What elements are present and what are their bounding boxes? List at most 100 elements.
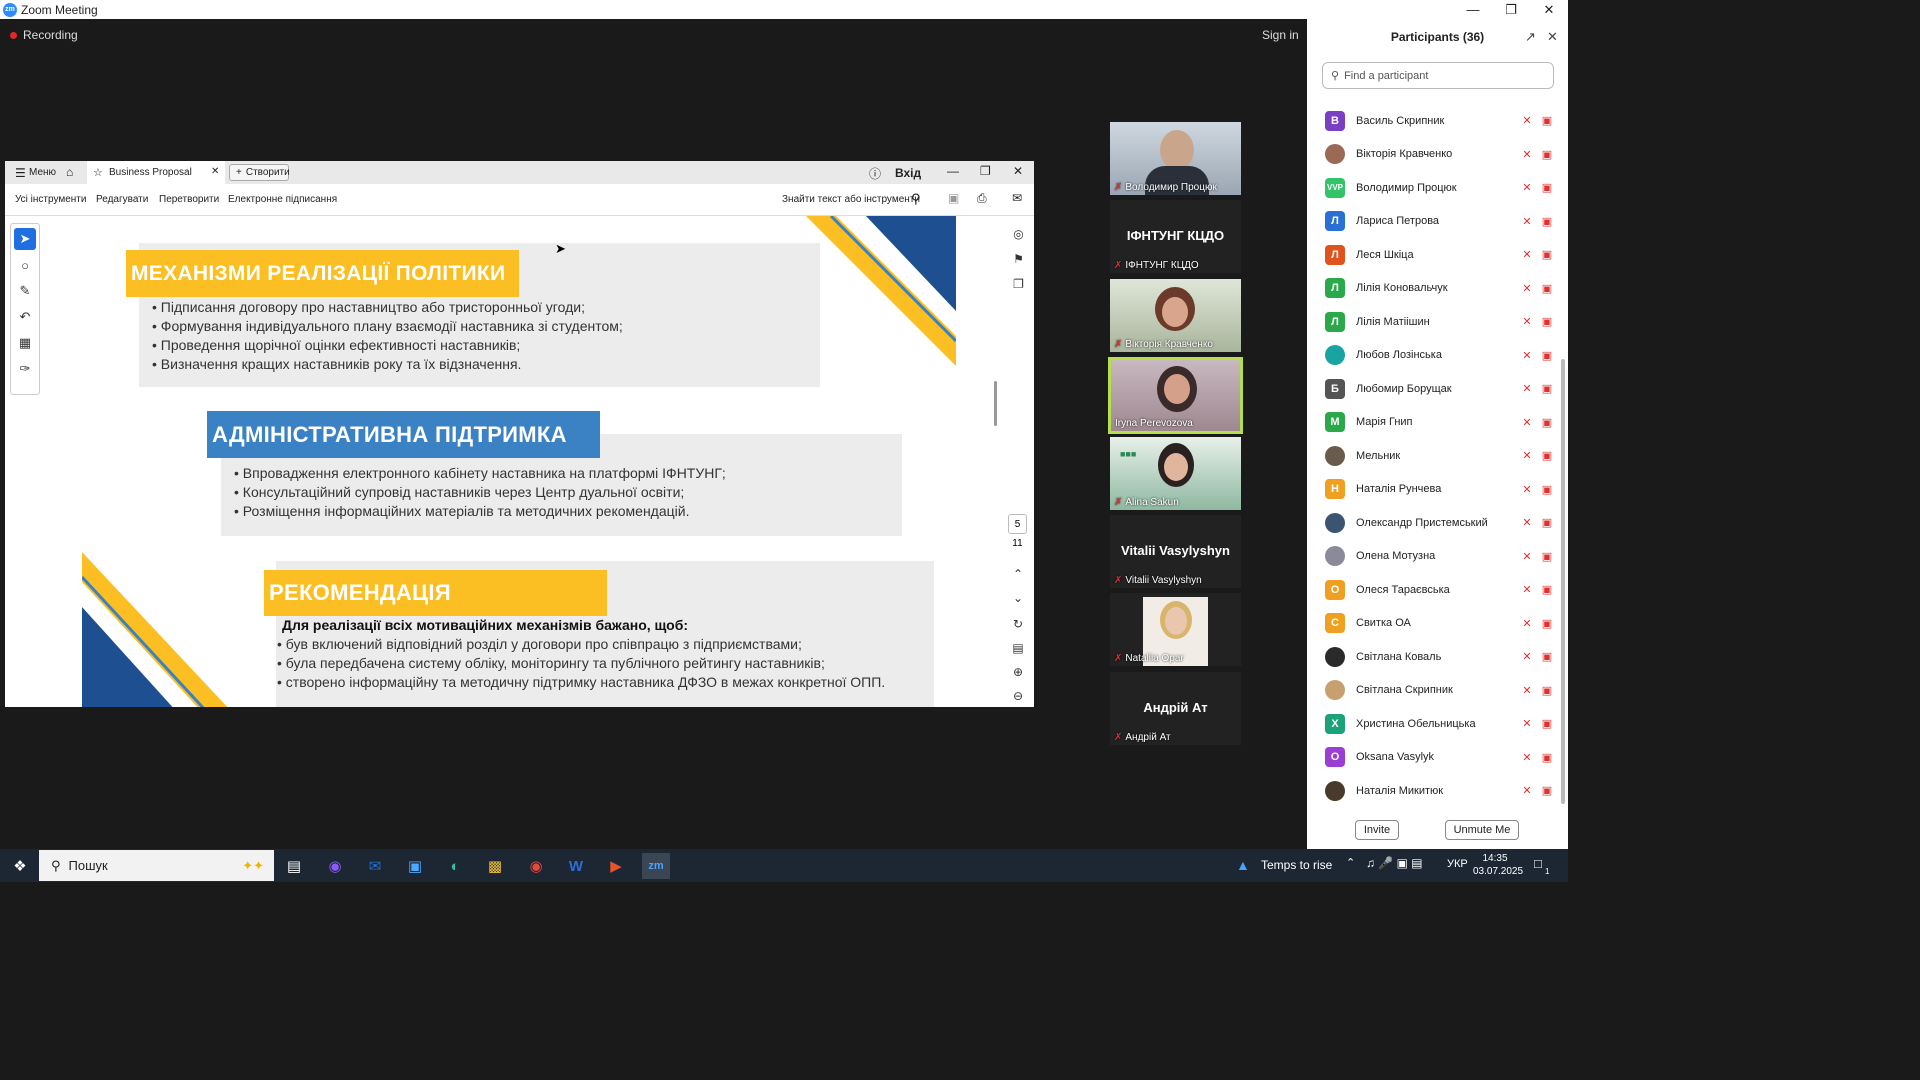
- video-tile[interactable]: ■■■ ✗ Alina Sakun: [1110, 437, 1241, 510]
- minimize-icon[interactable]: —: [1454, 0, 1492, 19]
- zoom-out-icon[interactable]: ⊖: [1007, 685, 1029, 707]
- unmute-me-button[interactable]: Unmute Me: [1445, 820, 1519, 840]
- list-item: • Розміщення інформаційних матеріалів та…: [234, 503, 690, 519]
- create-button[interactable]: + Створити: [229, 164, 290, 181]
- word-icon[interactable]: W: [562, 853, 590, 879]
- zoom-app-icon[interactable]: zm: [642, 853, 670, 879]
- lasso-icon[interactable]: ↶: [14, 306, 36, 328]
- participant-search-input[interactable]: ⚲ Find a participant: [1322, 62, 1554, 89]
- participant-row[interactable]: О Олеся Тараєвська ✕ ▣: [1325, 573, 1557, 606]
- minimize-icon[interactable]: —: [947, 164, 959, 178]
- participant-row[interactable]: Н Наталія Рунчева ✕ ▣: [1325, 473, 1557, 506]
- sign-icon[interactable]: ✑: [14, 358, 36, 380]
- restore-icon[interactable]: ❐: [980, 164, 991, 178]
- zoom-in-icon[interactable]: ⊕: [1007, 661, 1029, 683]
- tray-icons[interactable]: ♫ 🎤 ▣ ▤: [1366, 856, 1423, 870]
- windows-start-icon[interactable]: ❖: [6, 853, 34, 879]
- esign-tab[interactable]: Електронне підписання: [228, 194, 337, 205]
- popout-icon[interactable]: ↗: [1525, 29, 1536, 45]
- menu-button[interactable]: Меню: [29, 167, 56, 178]
- participant-scrollbar[interactable]: [1561, 359, 1565, 804]
- close-icon[interactable]: ✕: [1530, 0, 1568, 19]
- doc-scrollbar-thumb[interactable]: [994, 381, 997, 426]
- restore-icon[interactable]: ❐: [1492, 0, 1530, 19]
- tab-close-icon[interactable]: ✕: [211, 166, 219, 177]
- sign-in-link[interactable]: Sign in: [1262, 28, 1299, 42]
- participant-row[interactable]: Світлана Скрипник ✕ ▣: [1325, 674, 1557, 707]
- list-item: • Формування індивідуального плану взаєм…: [152, 318, 623, 334]
- language-indicator[interactable]: УКР: [1447, 858, 1468, 870]
- convert-tab[interactable]: Перетворити: [159, 194, 219, 205]
- video-tile[interactable]: Vitalii Vasylyshyn ✗ Vitalii Vasylyshyn: [1110, 515, 1241, 588]
- copilot-icon[interactable]: ◉: [321, 853, 349, 879]
- comment-icon[interactable]: ○: [14, 254, 36, 276]
- clock[interactable]: 14:35 03.07.2025: [1473, 852, 1523, 878]
- page-up-icon[interactable]: ⌃: [1007, 563, 1029, 585]
- video-tile-active-speaker[interactable]: Iryna Perevozova: [1108, 357, 1243, 434]
- star-icon[interactable]: ☆: [93, 166, 103, 179]
- video-tile[interactable]: ✗ Вікторія Кравченко: [1110, 279, 1241, 352]
- participant-row[interactable]: Любов Лозінська ✕ ▣: [1325, 339, 1557, 372]
- print-icon[interactable]: ⎙: [977, 191, 987, 206]
- participant-row[interactable]: О Oksana Vasylyk ✕ ▣: [1325, 741, 1557, 774]
- pages-icon[interactable]: ❐: [1008, 273, 1030, 295]
- participant-row[interactable]: Л Леся Шкіца ✕ ▣: [1325, 238, 1557, 271]
- notification-icon[interactable]: □: [1534, 856, 1542, 871]
- bookmark-icon[interactable]: ⚑: [1008, 248, 1030, 270]
- close-icon[interactable]: ✕: [1013, 164, 1023, 178]
- save-icon[interactable]: ▣: [948, 191, 959, 205]
- section-3-title: РЕКОМЕНДАЦІЯ: [264, 570, 607, 616]
- page-number-field[interactable]: 5: [1008, 514, 1027, 534]
- home-icon[interactable]: ⌂: [66, 165, 73, 179]
- page-down-icon[interactable]: ⌄: [1007, 587, 1029, 609]
- task-view-icon[interactable]: ▤: [280, 853, 308, 879]
- participant-row[interactable]: В Василь Скрипник ✕ ▣: [1325, 104, 1557, 137]
- file-explorer-icon[interactable]: ▩: [481, 853, 509, 879]
- participant-row[interactable]: Б Любомир Борущак ✕ ▣: [1325, 372, 1557, 405]
- mail-icon[interactable]: ✉: [1012, 191, 1022, 205]
- participant-row[interactable]: Вікторія Кравченко ✕ ▣: [1325, 138, 1557, 171]
- fit-page-icon[interactable]: ▤: [1007, 637, 1029, 659]
- participant-row[interactable]: Мельник ✕ ▣: [1325, 439, 1557, 472]
- chrome-icon[interactable]: ◉: [522, 853, 550, 879]
- recording-indicator[interactable]: Recording: [10, 28, 78, 42]
- participant-row[interactable]: Світлана Коваль ✕ ▣: [1325, 640, 1557, 673]
- participant-row[interactable]: Л Лілія Матіішин ✕ ▣: [1325, 305, 1557, 338]
- participant-row[interactable]: М Марія Гнип ✕ ▣: [1325, 406, 1557, 439]
- login-button[interactable]: Вхід: [895, 166, 921, 180]
- tab-business-proposal[interactable]: ☆ Business Proposal ✕: [87, 161, 225, 184]
- weather-text[interactable]: Temps to rise: [1261, 858, 1332, 872]
- all-tools-tab[interactable]: Усі інструменти: [15, 194, 86, 205]
- outlook-icon[interactable]: ✉: [361, 853, 389, 879]
- search-icon[interactable]: ⚲: [911, 191, 921, 207]
- participant-row[interactable]: Х Христина Обельницька ✕ ▣: [1325, 707, 1557, 740]
- participant-row[interactable]: Л Лариса Петрова ✕ ▣: [1325, 205, 1557, 238]
- video-tile[interactable]: ✗ Володимир Процюк: [1110, 122, 1241, 195]
- edge-icon[interactable]: ◐: [441, 853, 469, 879]
- participant-row[interactable]: Олександр Пристемський ✕ ▣: [1325, 506, 1557, 539]
- taskbar-search-input[interactable]: ⚲ Пошук ✦✦: [39, 850, 274, 881]
- tray-chevron-icon[interactable]: ⌃: [1346, 856, 1355, 869]
- participant-row[interactable]: Наталія Микитюк ✕ ▣: [1325, 774, 1557, 807]
- close-panel-icon[interactable]: ✕: [1547, 29, 1558, 45]
- wps-icon[interactable]: ▶: [602, 853, 630, 879]
- select-cursor-icon[interactable]: ➤: [14, 228, 36, 250]
- invite-button[interactable]: Invite: [1355, 820, 1399, 840]
- comment-panel-icon[interactable]: ◎: [1008, 223, 1030, 245]
- participant-row[interactable]: Л Лілія Коновальчук ✕ ▣: [1325, 272, 1557, 305]
- participant-name: Лариса Петрова: [1356, 215, 1440, 227]
- video-tile[interactable]: ІФНТУНГ КЦДО ✗ ІФНТУНГ КЦДО: [1110, 200, 1241, 273]
- hamburger-icon[interactable]: ☰: [15, 166, 26, 180]
- text-box-icon[interactable]: ▦: [14, 332, 36, 354]
- help-icon[interactable]: ⓘ: [869, 165, 881, 182]
- video-tile[interactable]: Андрій Ат ✗ Андрій Ат: [1110, 672, 1241, 745]
- edit-tab[interactable]: Редагувати: [96, 194, 148, 205]
- store-icon[interactable]: ▣: [401, 853, 429, 879]
- refresh-icon[interactable]: ↻: [1007, 613, 1029, 635]
- participant-row[interactable]: С Свитка ОА ✕ ▣: [1325, 607, 1557, 640]
- pen-icon[interactable]: ✎: [14, 280, 36, 302]
- participant-row[interactable]: Олена Мотузна ✕ ▣: [1325, 540, 1557, 573]
- video-tile[interactable]: ✗ Nataliia Opar: [1110, 593, 1241, 666]
- participant-row[interactable]: VVP Володимир Процюк ✕ ▣: [1325, 171, 1557, 204]
- find-tools-input[interactable]: Знайти текст або інструменти: [782, 194, 920, 205]
